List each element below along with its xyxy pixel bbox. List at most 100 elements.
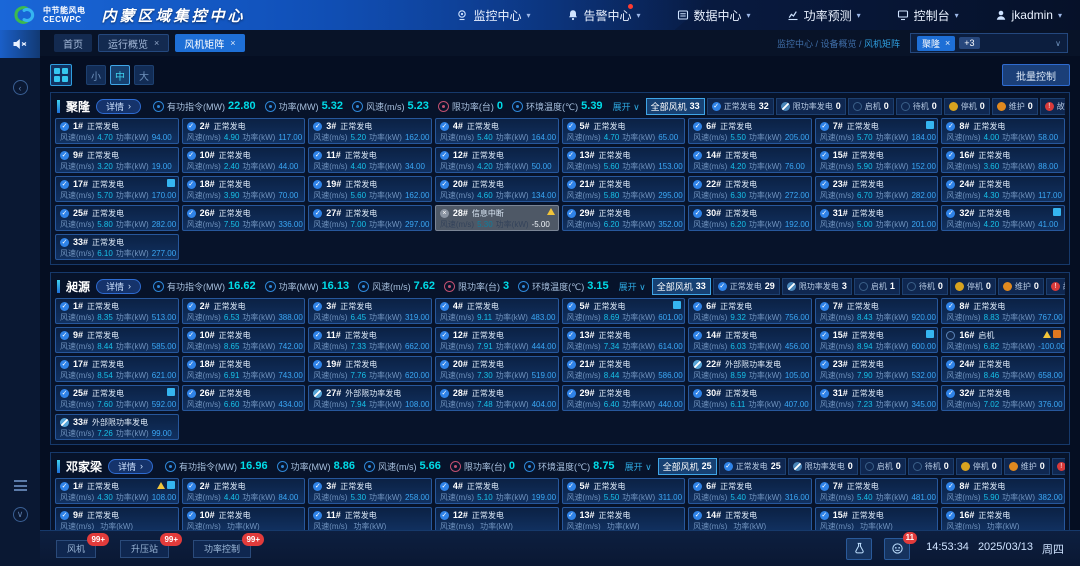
filter-chip[interactable]: 聚隆×	[917, 36, 955, 51]
detail-button[interactable]: 详情›	[96, 99, 141, 114]
turbine-card-昶源-24#[interactable]: ✓24#正常发电风速(m/s)8.46功率(kW)658.00	[941, 356, 1065, 382]
status-chip-限功率发电[interactable]: 限功率发电0	[788, 458, 858, 475]
nav-item-功率预测[interactable]: 功率预测▾	[787, 7, 861, 24]
nav-item-告警中心[interactable]: 告警中心▾	[567, 7, 641, 24]
turbine-card-聚隆-17#[interactable]: ✓17#正常发电风速(m/s)5.70功率(kW)170.00	[55, 176, 179, 202]
expand-link[interactable]: 展开 ∨	[619, 280, 646, 293]
turbine-card-邓家梁-11#[interactable]: ✓11#正常发电风速(m/s)功率(kW)	[308, 507, 432, 530]
turbine-card-昶源-6#[interactable]: ✓6#正常发电风速(m/s)9.32功率(kW)756.00	[688, 298, 812, 324]
farm-filter-select[interactable]: 聚隆× +3 ∨	[910, 33, 1068, 53]
turbine-card-邓家梁-14#[interactable]: ✓14#正常发电风速(m/s)功率(kW)	[688, 507, 812, 530]
status-chip-停机[interactable]: 停机0	[956, 458, 1002, 475]
status-chip-正常发电[interactable]: ✓正常发电29	[713, 278, 780, 295]
turbine-card-昶源-4#[interactable]: ✓4#正常发电风速(m/s)9.11功率(kW)483.00	[435, 298, 559, 324]
breadcrumb[interactable]: 监控中心 / 设备概览 / 风机矩阵	[777, 37, 900, 50]
volume-muted-button[interactable]	[0, 30, 40, 58]
turbine-card-聚隆-22#[interactable]: ✓22#正常发电风速(m/s)6.30功率(kW)272.00	[688, 176, 812, 202]
turbine-card-聚隆-3#[interactable]: ✓3#正常发电风速(m/s)5.20功率(kW)162.00	[308, 118, 432, 144]
turbine-card-邓家梁-2#[interactable]: ✓2#正常发电风速(m/s)4.40功率(kW)84.00	[182, 478, 306, 504]
turbine-card-邓家梁-12#[interactable]: ✓12#正常发电风速(m/s)功率(kW)	[435, 507, 559, 530]
status-chip-限功率发电[interactable]: 限功率发电3	[782, 278, 852, 295]
turbine-card-邓家梁-9#[interactable]: ✓9#正常发电风速(m/s)功率(kW)	[55, 507, 179, 530]
turbine-card-昶源-26#[interactable]: ✓26#正常发电风速(m/s)6.60功率(kW)434.00	[182, 385, 306, 411]
size-button-小[interactable]: 小	[86, 65, 106, 85]
turbine-card-昶源-25#[interactable]: ✓25#正常发电风速(m/s)7.60功率(kW)592.00	[55, 385, 179, 411]
turbine-card-聚隆-27#[interactable]: ✓27#正常发电风速(m/s)7.00功率(kW)297.00	[308, 205, 432, 231]
turbine-card-邓家梁-7#[interactable]: ✓7#正常发电风速(m/s)5.40功率(kW)481.00	[815, 478, 939, 504]
turbine-card-昶源-5#[interactable]: ✓5#正常发电风速(m/s)8.69功率(kW)601.00	[562, 298, 686, 324]
batch-control-button[interactable]: 批量控制	[1002, 64, 1070, 86]
turbine-card-昶源-22#[interactable]: 22#外部限功率发电风速(m/s)8.59功率(kW)105.00	[688, 356, 812, 382]
message-button[interactable]: 11	[884, 538, 910, 560]
status-chip-维护[interactable]: 维护0	[992, 98, 1038, 115]
turbine-card-聚隆-20#[interactable]: ✓20#正常发电风速(m/s)4.60功率(kW)134.00	[435, 176, 559, 202]
turbine-card-聚隆-18#[interactable]: ✓18#正常发电风速(m/s)3.90功率(kW)70.00	[182, 176, 306, 202]
status-chip-正常发电[interactable]: ✓正常发电32	[707, 98, 774, 115]
turbine-card-聚隆-28#[interactable]: ×28#信息中断风速(m/s)5.30功率(kW)-5.00	[435, 205, 559, 231]
turbine-card-聚隆-7#[interactable]: ✓7#正常发电风速(m/s)5.70功率(kW)184.00	[815, 118, 939, 144]
tab-运行概览[interactable]: 运行概览×	[98, 34, 169, 52]
status-chip-待机[interactable]: 待机0	[908, 458, 954, 475]
tool-button[interactable]	[846, 538, 872, 560]
status-chip-停机[interactable]: 停机0	[950, 278, 996, 295]
collapse-button[interactable]: ‹	[0, 80, 40, 95]
status-chip-待机[interactable]: 待机0	[902, 278, 948, 295]
turbine-card-邓家梁-1#[interactable]: ✓1#正常发电风速(m/s)4.30功率(kW)108.00	[55, 478, 179, 504]
turbine-card-聚隆-1#[interactable]: ✓1#正常发电风速(m/s)4.70功率(kW)94.00	[55, 118, 179, 144]
alarm-tab-功率控制[interactable]: 功率控制99+	[193, 540, 251, 558]
status-chip-维护[interactable]: 维护0	[1004, 458, 1050, 475]
turbine-card-聚隆-32#[interactable]: ✓32#正常发电风速(m/s)4.20功率(kW)41.00	[941, 205, 1065, 231]
status-chip-启机[interactable]: 启机0	[860, 458, 906, 475]
nav-item-控制台[interactable]: 控制台▾	[897, 7, 959, 24]
status-chip-停机[interactable]: 停机0	[944, 98, 990, 115]
status-chip-故障[interactable]: !故障0	[1052, 458, 1065, 475]
turbine-card-昶源-30#[interactable]: ✓30#正常发电风速(m/s)6.11功率(kW)407.00	[688, 385, 812, 411]
turbine-card-昶源-8#[interactable]: ✓8#正常发电风速(m/s)8.83功率(kW)767.00	[941, 298, 1065, 324]
tab-首页[interactable]: 首页	[54, 34, 92, 52]
status-chip-限功率发电[interactable]: 限功率发电0	[776, 98, 846, 115]
turbine-card-聚隆-13#[interactable]: ✓13#正常发电风速(m/s)5.60功率(kW)153.00	[562, 147, 686, 173]
turbine-card-聚隆-24#[interactable]: ✓24#正常发电风速(m/s)4.30功率(kW)117.00	[941, 176, 1065, 202]
turbine-card-昶源-28#[interactable]: ✓28#正常发电风速(m/s)7.48功率(kW)404.00	[435, 385, 559, 411]
turbine-card-昶源-27#[interactable]: 27#外部限功率发电风速(m/s)7.94功率(kW)108.00	[308, 385, 432, 411]
status-chip-全部风机[interactable]: 全部风机33	[646, 98, 705, 115]
turbine-card-昶源-11#[interactable]: ✓11#正常发电风速(m/s)7.33功率(kW)662.00	[308, 327, 432, 353]
turbine-card-聚隆-10#[interactable]: ✓10#正常发电风速(m/s)2.40功率(kW)44.00	[182, 147, 306, 173]
turbine-card-聚隆-23#[interactable]: ✓23#正常发电风速(m/s)6.70功率(kW)282.00	[815, 176, 939, 202]
turbine-card-聚隆-25#[interactable]: ✓25#正常发电风速(m/s)5.80功率(kW)282.00	[55, 205, 179, 231]
status-chip-故障[interactable]: !故障0	[1040, 98, 1065, 115]
turbine-card-聚隆-2#[interactable]: ✓2#正常发电风速(m/s)4.90功率(kW)117.00	[182, 118, 306, 144]
turbine-card-邓家梁-4#[interactable]: ✓4#正常发电风速(m/s)5.10功率(kW)199.00	[435, 478, 559, 504]
close-icon[interactable]: ×	[230, 38, 235, 48]
status-chip-正常发电[interactable]: ✓正常发电25	[719, 458, 786, 475]
turbine-card-昶源-18#[interactable]: ✓18#正常发电风速(m/s)6.91功率(kW)743.00	[182, 356, 306, 382]
status-chip-全部风机[interactable]: 全部风机25	[658, 458, 717, 475]
turbine-card-聚隆-8#[interactable]: ✓8#正常发电风速(m/s)4.00功率(kW)58.00	[941, 118, 1065, 144]
size-button-大[interactable]: 大	[134, 65, 154, 85]
tab-风机矩阵[interactable]: 风机矩阵×	[175, 34, 244, 52]
turbine-card-昶源-2#[interactable]: ✓2#正常发电风速(m/s)6.53功率(kW)388.00	[182, 298, 306, 324]
turbine-card-聚隆-14#[interactable]: ✓14#正常发电风速(m/s)4.20功率(kW)76.00	[688, 147, 812, 173]
log-list-icon[interactable]	[14, 480, 27, 491]
turbine-card-邓家梁-15#[interactable]: ✓15#正常发电风速(m/s)功率(kW)	[815, 507, 939, 530]
status-chip-维护[interactable]: 维护0	[998, 278, 1044, 295]
turbine-card-邓家梁-5#[interactable]: ✓5#正常发电风速(m/s)5.50功率(kW)311.00	[562, 478, 686, 504]
nav-item-jkadmin[interactable]: jkadmin▾	[995, 8, 1062, 22]
turbine-card-昶源-29#[interactable]: ✓29#正常发电风速(m/s)6.40功率(kW)440.00	[562, 385, 686, 411]
turbine-card-聚隆-33#[interactable]: ✓33#正常发电风速(m/s)6.10功率(kW)277.00	[55, 234, 179, 260]
status-chip-待机[interactable]: 待机0	[896, 98, 942, 115]
status-chip-启机[interactable]: 启机1	[854, 278, 900, 295]
turbine-card-聚隆-31#[interactable]: ✓31#正常发电风速(m/s)5.00功率(kW)201.00	[815, 205, 939, 231]
turbine-card-聚隆-16#[interactable]: ✓16#正常发电风速(m/s)3.60功率(kW)88.00	[941, 147, 1065, 173]
turbine-card-昶源-21#[interactable]: ✓21#正常发电风速(m/s)8.44功率(kW)586.00	[562, 356, 686, 382]
detail-button[interactable]: 详情›	[108, 459, 153, 474]
turbine-card-聚隆-26#[interactable]: ✓26#正常发电风速(m/s)7.50功率(kW)336.00	[182, 205, 306, 231]
turbine-card-聚隆-5#[interactable]: ✓5#正常发电风速(m/s)4.70功率(kW)65.00	[562, 118, 686, 144]
alarm-tab-风机[interactable]: 风机99+	[56, 540, 96, 558]
turbine-card-邓家梁-8#[interactable]: ✓8#正常发电风速(m/s)5.90功率(kW)382.00	[941, 478, 1065, 504]
alarm-tab-升压站[interactable]: 升压站99+	[120, 540, 169, 558]
status-chip-故障[interactable]: !故障0	[1046, 278, 1065, 295]
turbine-card-聚隆-15#[interactable]: ✓15#正常发电风速(m/s)5.90功率(kW)152.00	[815, 147, 939, 173]
turbine-card-聚隆-9#[interactable]: ✓9#正常发电风速(m/s)3.20功率(kW)19.00	[55, 147, 179, 173]
turbine-card-昶源-20#[interactable]: ✓20#正常发电风速(m/s)7.30功率(kW)519.00	[435, 356, 559, 382]
